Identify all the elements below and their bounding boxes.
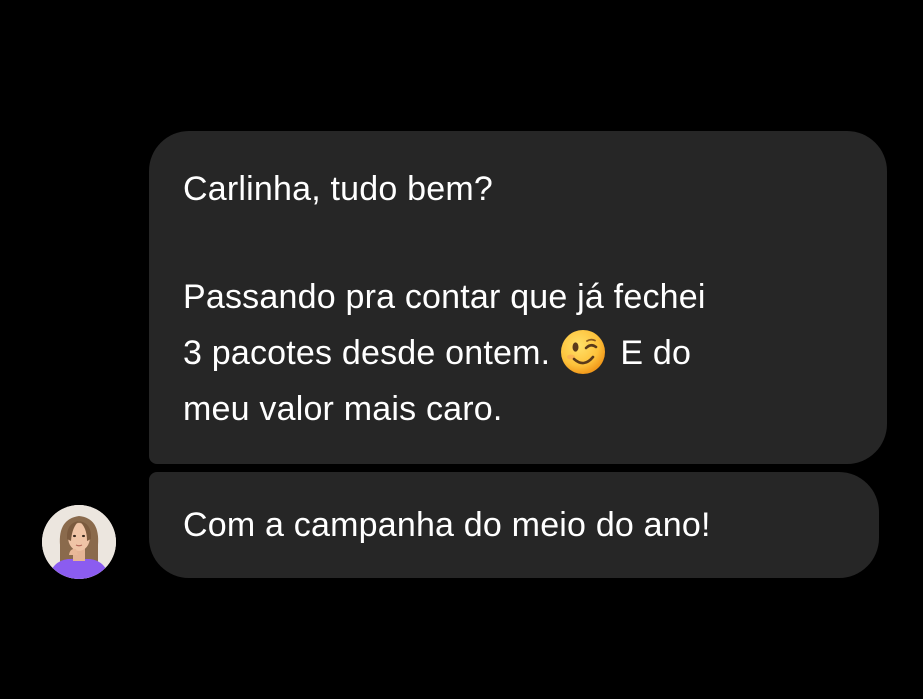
avatar[interactable] <box>42 505 116 579</box>
message-bubble[interactable]: Com a campanha do meio do ano! <box>149 472 879 578</box>
message-line: Passando pra contar que já fechei <box>183 278 706 316</box>
message-line: meu valor mais caro. <box>183 390 503 428</box>
message-text: Com a campanha do meio do ano! <box>183 506 711 544</box>
profile-photo-icon <box>42 505 116 579</box>
winking-face-emoji-icon <box>560 329 606 375</box>
message-line-with-emoji: 3 pacotes desde ontem. E do <box>183 325 887 381</box>
message-paragraph-gap <box>183 217 887 269</box>
message-bubble[interactable]: Carlinha, tudo bem? Passando pra contar … <box>149 131 887 464</box>
chat-screen: Carlinha, tudo bem? Passando pra contar … <box>0 0 923 699</box>
message-text: 3 pacotes desde ontem. <box>183 334 551 372</box>
message-text: E do <box>620 334 692 372</box>
message-line: Carlinha, tudo bem? <box>183 170 493 208</box>
